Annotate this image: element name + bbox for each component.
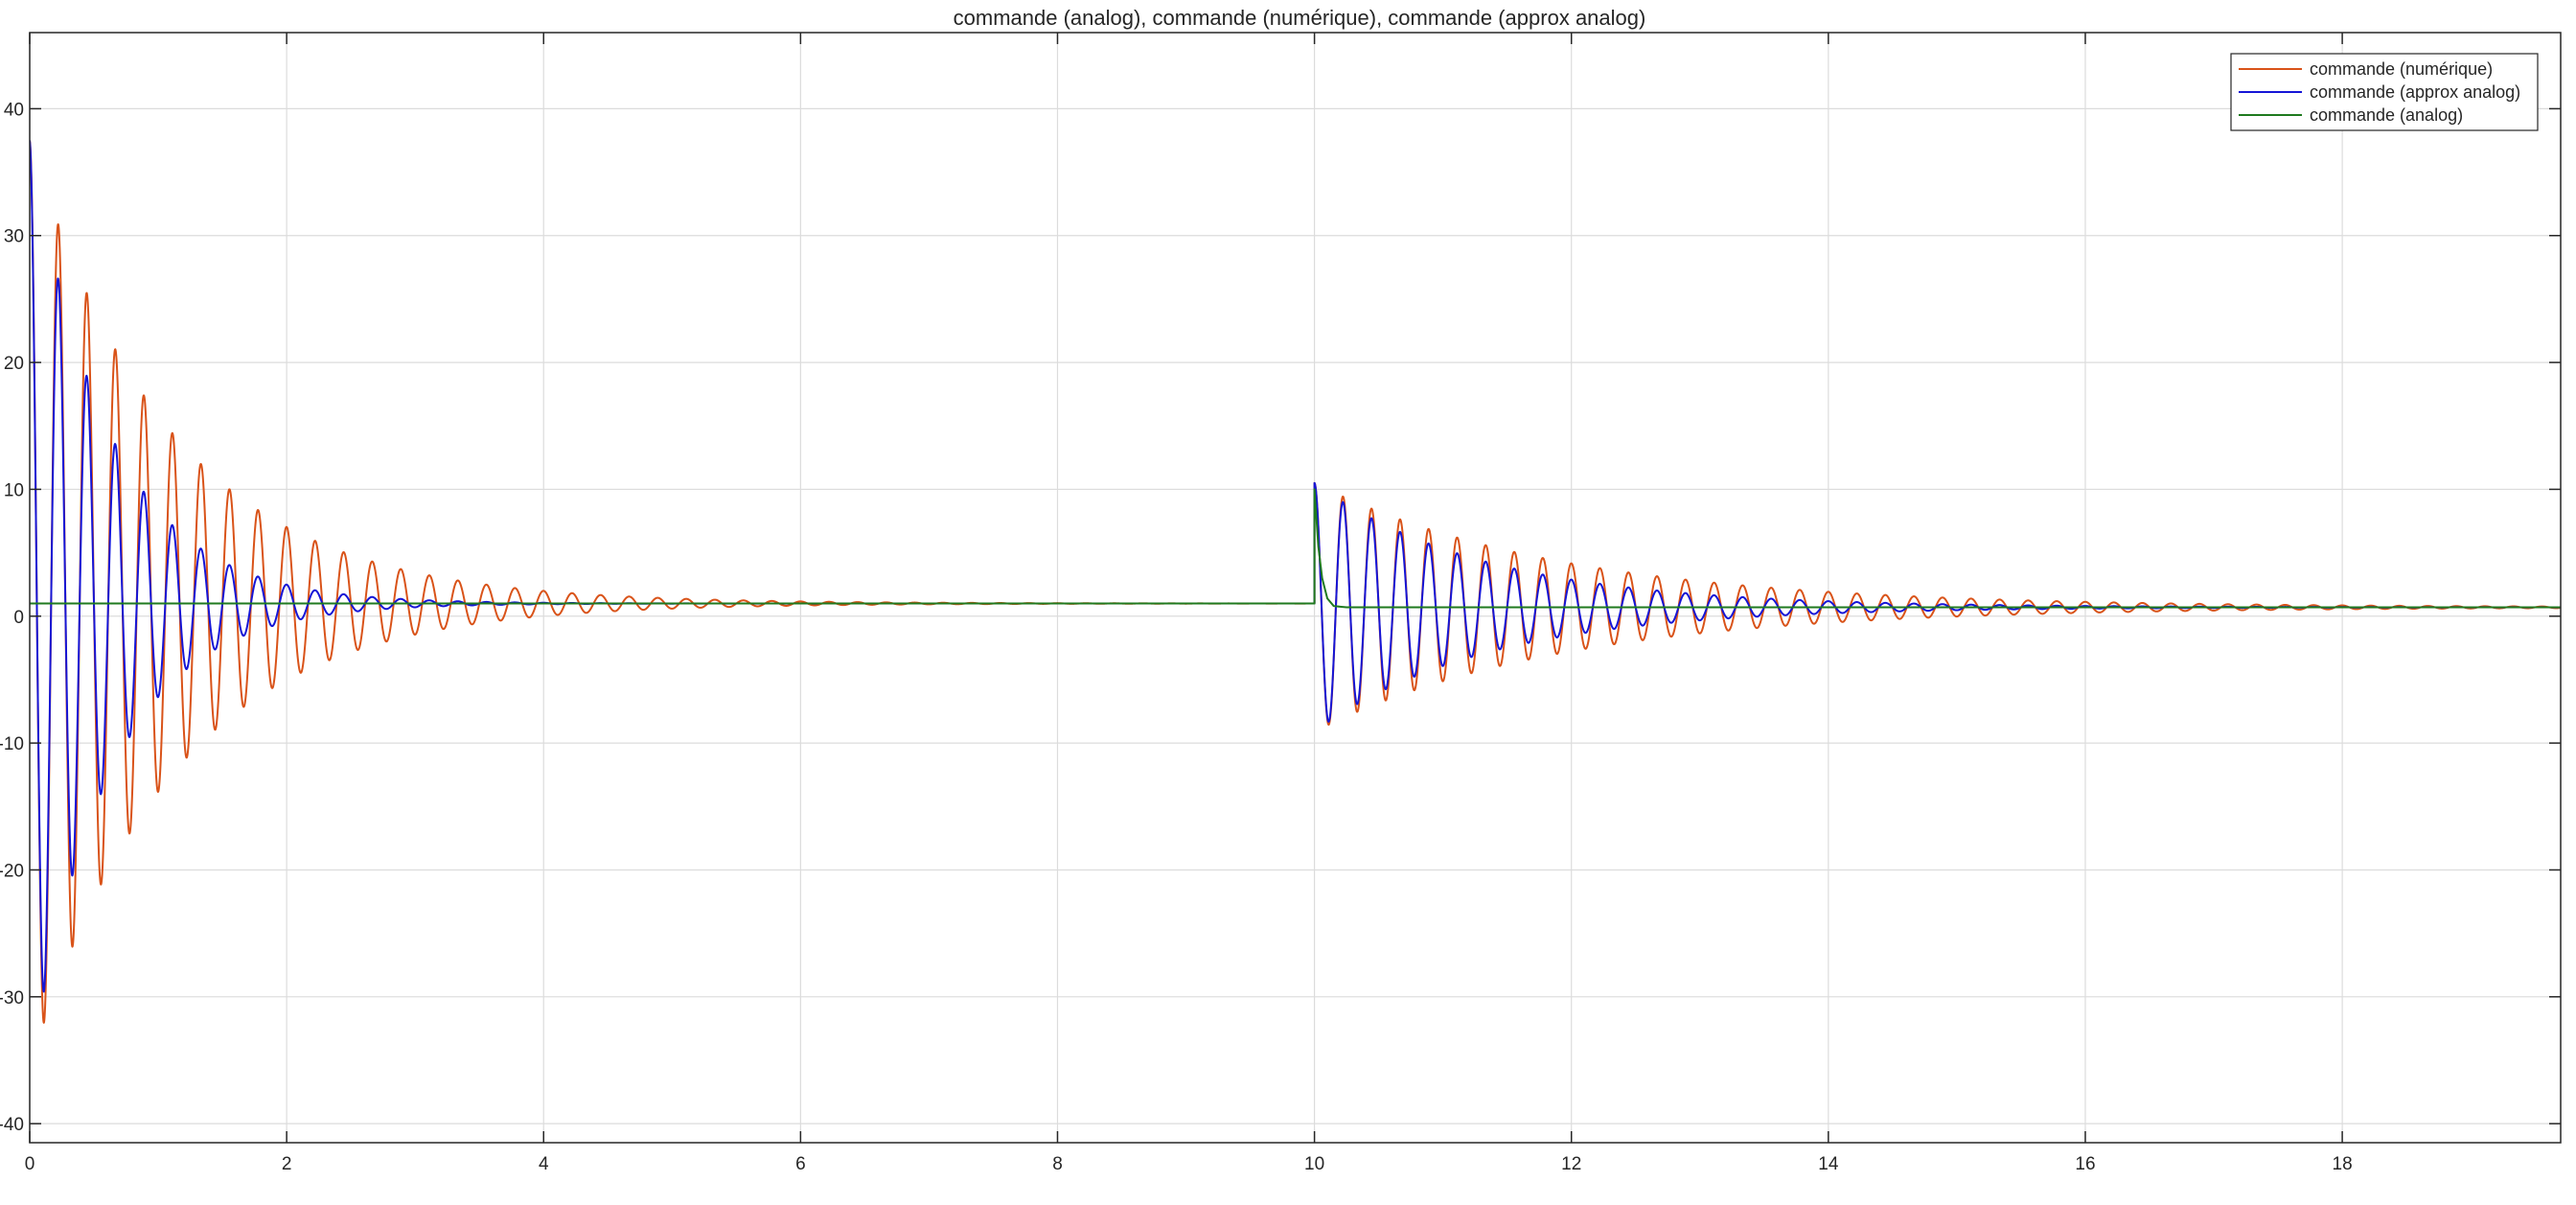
legend-entry-label: commande (approx analog) xyxy=(2310,82,2520,102)
y-tick-label: 40 xyxy=(4,100,24,120)
x-tick-label: 10 xyxy=(1304,1154,1324,1174)
y-tick-label: -40 xyxy=(0,1115,24,1135)
x-tick-label: 0 xyxy=(25,1154,35,1174)
axes-background xyxy=(30,33,2561,1143)
y-tick-label: 10 xyxy=(4,480,24,500)
y-tick-label: -10 xyxy=(0,734,24,754)
chart-container: commande (analog), commande (numérique),… xyxy=(0,0,2576,1200)
x-tick-label: 18 xyxy=(2333,1154,2353,1174)
x-tick-label: 16 xyxy=(2075,1154,2095,1174)
legend-entry-label: commande (analog) xyxy=(2310,105,2463,125)
legend-entry-label: commande (numérique) xyxy=(2310,59,2493,79)
x-tick-label: 8 xyxy=(1052,1154,1063,1174)
x-tick-label: 2 xyxy=(282,1154,292,1174)
y-tick-label: 20 xyxy=(4,354,24,374)
line-chart: commande (analog), commande (numérique),… xyxy=(0,0,2576,1200)
plot-area: 0 2 4 6 8 10 12 14 16 18 -40 -30 -20 -10 0 10 20 30 40 comm… xyxy=(0,32,2562,1174)
y-tick-label: -30 xyxy=(0,988,24,1008)
x-tick-label: 12 xyxy=(1561,1154,1581,1174)
chart-title: commande (analog), commande (numérique),… xyxy=(954,6,1646,30)
x-tick-label: 6 xyxy=(795,1154,806,1174)
x-tick-label: 14 xyxy=(1818,1154,1839,1174)
y-tick-label: -20 xyxy=(0,861,24,881)
x-tick-label: 4 xyxy=(539,1154,549,1174)
y-tick-label: 30 xyxy=(4,227,24,247)
legend: commande (numérique) commande (approx ana… xyxy=(2230,53,2539,131)
y-tick-label: 0 xyxy=(13,608,24,628)
